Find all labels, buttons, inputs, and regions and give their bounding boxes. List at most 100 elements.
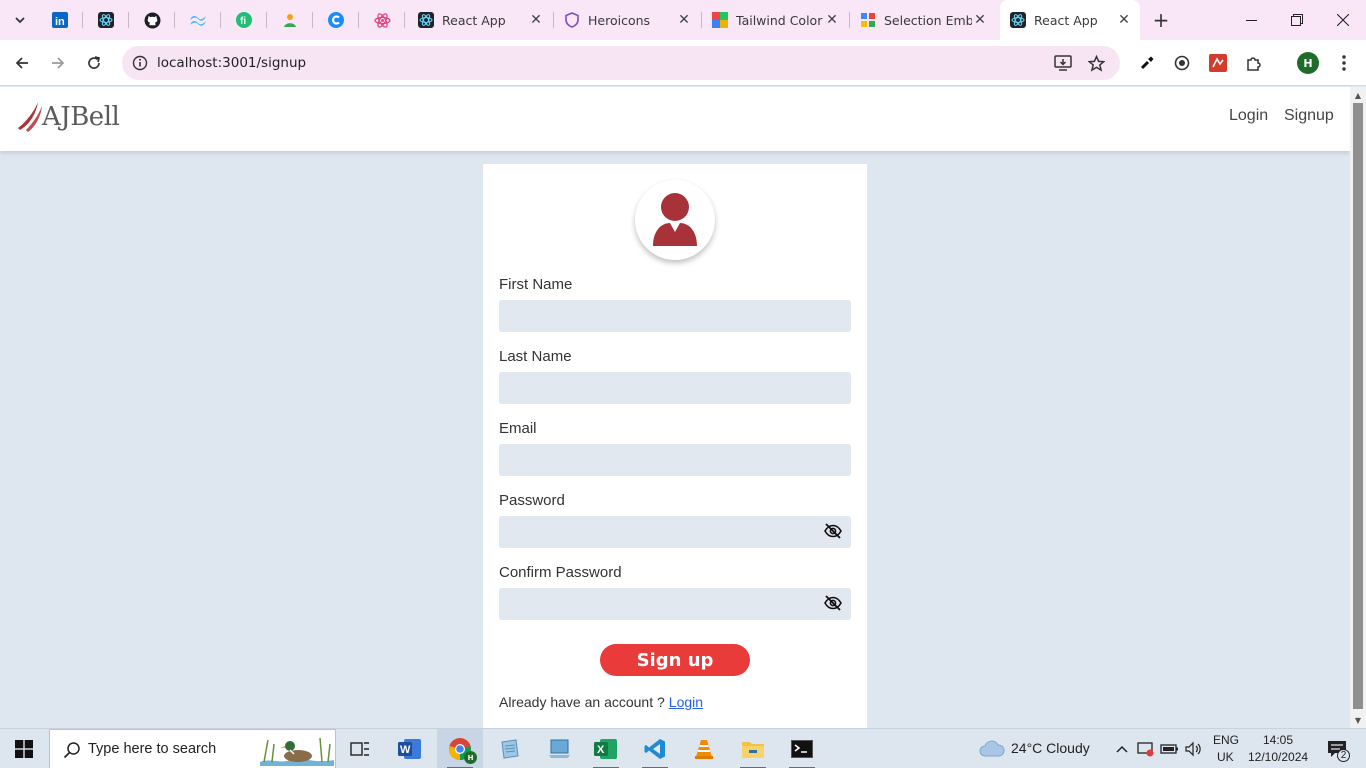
more-menu-icon[interactable] xyxy=(1330,49,1358,77)
tailwind-icon xyxy=(190,15,206,26)
battery-icon[interactable] xyxy=(1160,739,1180,759)
cloudy-weather-icon[interactable] xyxy=(979,739,1005,759)
selection-icon xyxy=(860,12,876,28)
windows-start-icon[interactable] xyxy=(0,729,48,768)
site-navbar: AJBell Login Signup xyxy=(0,87,1350,151)
tailwind-color-icon xyxy=(712,12,728,28)
search-icon xyxy=(62,740,82,760)
install-app-icon[interactable] xyxy=(1051,51,1075,75)
close-tab-icon[interactable]: ✕ xyxy=(824,12,840,28)
password-input[interactable] xyxy=(499,516,851,548)
vscode-app-icon[interactable] xyxy=(632,729,678,768)
confirm-password-visibility-toggle-icon[interactable] xyxy=(822,592,844,614)
nav-login-link[interactable]: Login xyxy=(1229,107,1268,125)
page-scrollbar[interactable]: ▲ ▼ xyxy=(1350,87,1366,728)
pinned-tab-react-pink[interactable] xyxy=(367,8,397,32)
github-icon xyxy=(144,12,160,28)
taskbar-search-box[interactable]: Type here to search xyxy=(49,729,336,768)
extension-red-icon[interactable] xyxy=(1204,49,1232,77)
vlc-app-icon[interactable] xyxy=(681,729,727,768)
password-visibility-toggle-icon[interactable] xyxy=(822,520,844,542)
clock-time[interactable]: 14:05 xyxy=(1263,733,1293,747)
volume-icon[interactable] xyxy=(1184,739,1204,759)
tab-react-app-1[interactable]: React App ✕ xyxy=(408,6,552,34)
pinned-tab-person[interactable] xyxy=(275,8,305,32)
login-link[interactable]: Login xyxy=(669,694,703,710)
show-hidden-icons-chevron-icon[interactable] xyxy=(1112,739,1132,759)
pinned-tab-react-dark[interactable] xyxy=(91,8,121,32)
tab-tailwind-color[interactable]: Tailwind Color ✕ xyxy=(702,6,848,34)
tab-title: React App xyxy=(1034,12,1098,28)
bookmark-star-icon[interactable] xyxy=(1084,51,1108,75)
react-dark-icon xyxy=(98,12,114,28)
already-have-account: Already have an account ? Login xyxy=(499,694,703,710)
scroll-down-arrow-icon[interactable]: ▼ xyxy=(1350,713,1366,727)
pinned-tab-github[interactable] xyxy=(137,8,167,32)
signup-button[interactable]: Sign up xyxy=(600,644,750,676)
tab-selection-emb[interactable]: Selection Emb ✕ xyxy=(850,6,996,34)
ajbell-logo[interactable]: AJBell xyxy=(16,99,120,135)
forward-arrow-icon[interactable] xyxy=(44,49,72,77)
clock-date[interactable]: 12/10/2024 xyxy=(1248,750,1308,764)
pinned-tab-tailwind[interactable] xyxy=(183,8,213,32)
tab-react-app-active[interactable]: React App ✕ xyxy=(1000,0,1140,40)
tab-search-chevron-icon[interactable] xyxy=(8,8,32,32)
tab-title: React App xyxy=(442,12,506,28)
tab-heroicons[interactable]: Heroicons ✕ xyxy=(554,6,700,34)
close-tab-icon[interactable]: ✕ xyxy=(1116,12,1132,28)
meet-now-icon[interactable] xyxy=(1136,739,1156,759)
language-line1[interactable]: ENG xyxy=(1213,733,1239,747)
terminal-app-icon[interactable] xyxy=(779,729,825,768)
restore-icon[interactable] xyxy=(1274,0,1320,40)
laptop-app-icon[interactable] xyxy=(537,729,583,768)
record-icon[interactable] xyxy=(1168,49,1196,77)
excel-app-icon[interactable]: X xyxy=(583,729,629,768)
profile-avatar[interactable]: H xyxy=(1297,52,1319,74)
minimize-icon[interactable] xyxy=(1228,0,1274,40)
file-explorer-app-icon[interactable] xyxy=(730,729,776,768)
scrollbar-thumb[interactable] xyxy=(1353,103,1363,709)
notification-count-badge: 2 xyxy=(1337,749,1350,762)
linkedin-icon: in xyxy=(52,12,68,28)
first-name-input[interactable] xyxy=(499,300,851,332)
nav-signup-link[interactable]: Signup xyxy=(1284,107,1334,125)
last-name-label: Last Name xyxy=(499,348,572,365)
back-arrow-icon[interactable] xyxy=(8,49,36,77)
react-icon xyxy=(1010,12,1026,28)
pinned-tab-copilot[interactable] xyxy=(321,8,351,32)
pinned-tab-linkedin[interactable]: in xyxy=(45,8,75,32)
tab-title: Tailwind Color xyxy=(736,12,823,28)
fiverr-icon: fi xyxy=(236,12,252,28)
scroll-up-arrow-icon[interactable]: ▲ xyxy=(1350,88,1366,102)
address-bar[interactable]: localhost:3001/signup xyxy=(122,46,1120,80)
new-tab-plus-icon[interactable]: + xyxy=(1150,8,1172,32)
chrome-app-icon[interactable]: H xyxy=(437,729,483,768)
language-line2[interactable]: UK xyxy=(1217,750,1234,764)
close-tab-icon[interactable]: ✕ xyxy=(972,12,988,28)
weather-text[interactable]: 24°C Cloudy xyxy=(1011,740,1090,756)
copilot-icon xyxy=(328,12,344,28)
notepad-app-icon[interactable] xyxy=(487,729,533,768)
user-avatar xyxy=(635,180,715,260)
browser-toolbar: localhost:3001/signup H xyxy=(0,40,1366,86)
email-label: Email xyxy=(499,420,537,437)
url-text: localhost:3001/signup xyxy=(157,55,307,71)
close-window-icon[interactable] xyxy=(1320,0,1366,40)
first-name-label: First Name xyxy=(499,276,573,293)
eyedropper-icon[interactable] xyxy=(1133,49,1161,77)
task-view-icon[interactable] xyxy=(337,729,383,768)
react-icon xyxy=(418,12,434,28)
email-input[interactable] xyxy=(499,444,851,476)
browser-tab-strip: in fi React App ✕ Heroicons ✕ Tailwind C… xyxy=(0,0,1366,40)
pinned-tab-fiverr[interactable]: fi xyxy=(229,8,259,32)
last-name-input[interactable] xyxy=(499,372,851,404)
reload-icon[interactable] xyxy=(80,49,108,77)
extensions-puzzle-icon[interactable] xyxy=(1240,49,1268,77)
page-viewport: AJBell Login Signup First Name Last Name… xyxy=(0,87,1350,728)
close-tab-icon[interactable]: ✕ xyxy=(528,12,544,28)
duck-search-highlight-icon xyxy=(260,737,334,766)
close-tab-icon[interactable]: ✕ xyxy=(676,12,692,28)
word-app-icon[interactable]: W xyxy=(387,729,433,768)
site-info-icon[interactable] xyxy=(128,51,152,75)
confirm-password-input[interactable] xyxy=(499,588,851,620)
